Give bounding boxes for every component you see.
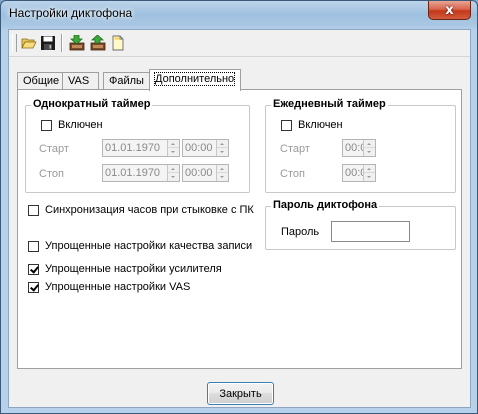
once-timer-enabled-checkbox[interactable]: Включен (41, 119, 103, 131)
window-close-button[interactable]: x (428, 1, 471, 20)
daily-timer-title: Ежедневный таймер (271, 98, 388, 110)
title-bar[interactable]: Настройки диктофона x (1, 1, 477, 29)
password-title: Пароль диктофона (271, 199, 380, 211)
simple-amp-checkbox[interactable]: Упрощенные настройки усилителя (28, 263, 222, 275)
once-start-date-spinner[interactable] (167, 140, 179, 156)
tab-panel-advanced: Однократный таймер Включен Старт 01.01.1… (17, 89, 462, 369)
toolbar-grip[interactable] (12, 34, 17, 52)
once-start-time-value: 00:00 (185, 142, 213, 154)
password-label: Пароль (281, 226, 320, 238)
once-timer-group: Однократный таймер Включен Старт 01.01.1… (25, 98, 250, 193)
close-icon: x (445, 2, 454, 18)
daily-start-label: Старт (280, 143, 310, 155)
simple-amp-label: Упрощенные настройки усилителя (45, 263, 222, 275)
download-to-device-icon (69, 35, 85, 51)
once-timer-enabled-label: Включен (58, 119, 103, 131)
download-button[interactable] (66, 33, 86, 53)
once-stop-date-field[interactable]: 01.01.1970 (102, 164, 180, 182)
simple-quality-checkbox[interactable]: Упрощенные настройки качества записи (28, 240, 252, 252)
password-group: Пароль диктофона Пароль (265, 199, 456, 250)
tab-files-label: Файлы (109, 75, 144, 87)
tab-files[interactable]: Файлы (103, 72, 150, 90)
daily-stop-time-field[interactable]: 00:00 (342, 164, 376, 182)
upload-button[interactable] (87, 33, 107, 53)
daily-timer-enabled-label: Включен (298, 119, 343, 131)
daily-timer-enabled-box[interactable] (281, 119, 292, 131)
settings-window: Настройки диктофона x Общие VAS Файлы До… (0, 0, 478, 414)
once-timer-title: Однократный таймер (31, 98, 153, 110)
close-dialog-button[interactable]: Закрыть (207, 382, 274, 405)
once-stop-date-spinner[interactable] (167, 165, 179, 181)
tab-strip: Общие VAS Файлы Дополнительно (17, 69, 463, 91)
window-title: Настройки диктофона (9, 6, 133, 20)
simple-vas-checkbox[interactable]: Упрощенные настройки VAS (28, 281, 190, 293)
tab-advanced-label: Дополнительно (153, 72, 236, 86)
once-start-time-field[interactable]: 00:00 (182, 139, 229, 157)
sync-clock-checkbox[interactable]: Синхронизация часов при стыковке с ПК (28, 204, 254, 216)
close-dialog-label: Закрыть (219, 387, 262, 400)
simple-quality-box[interactable] (28, 240, 39, 252)
new-button[interactable] (108, 33, 128, 53)
daily-timer-enabled-checkbox[interactable]: Включен (281, 119, 343, 131)
toolbar-separator (61, 34, 63, 52)
once-stop-time-value: 00:00 (185, 167, 213, 179)
tab-general[interactable]: Общие (17, 72, 63, 90)
daily-stop-label: Стоп (280, 168, 305, 180)
daily-stop-time-spinner[interactable] (363, 165, 375, 181)
once-timer-enabled-box[interactable] (41, 119, 52, 131)
once-stop-time-spinner[interactable] (216, 165, 228, 181)
sync-clock-box[interactable] (28, 204, 39, 216)
once-stop-time-field[interactable]: 00:00 (182, 164, 229, 182)
once-start-date-value: 01.01.1970 (105, 142, 161, 154)
once-stop-label: Стоп (39, 168, 64, 180)
sync-clock-label: Синхронизация часов при стыковке с ПК (45, 204, 254, 216)
toolbar (9, 30, 470, 57)
tab-vas-label: VAS (68, 75, 90, 87)
new-document-icon (112, 35, 124, 51)
daily-start-time-spinner[interactable] (363, 140, 375, 156)
once-start-label: Старт (39, 143, 69, 155)
open-folder-icon (21, 38, 37, 49)
upload-from-device-icon (90, 35, 106, 51)
once-stop-date-value: 01.01.1970 (105, 167, 161, 179)
open-button[interactable] (19, 33, 39, 53)
once-start-time-spinner[interactable] (216, 140, 228, 156)
once-start-date-field[interactable]: 01.01.1970 (102, 139, 180, 157)
save-button[interactable] (38, 33, 58, 53)
simple-vas-label: Упрощенные настройки VAS (45, 281, 191, 293)
password-input[interactable] (331, 221, 410, 242)
simple-amp-box[interactable] (28, 263, 39, 275)
tab-general-label: Общие (23, 75, 60, 87)
simple-quality-label: Упрощенные настройки качества записи (45, 240, 253, 252)
save-disk-icon (41, 36, 55, 50)
simple-vas-box[interactable] (28, 281, 39, 293)
daily-timer-group: Ежедневный таймер Включен Старт 00:00 Ст… (265, 98, 456, 193)
tab-advanced[interactable]: Дополнительно (149, 69, 241, 91)
tab-vas[interactable]: VAS (62, 72, 99, 90)
daily-start-time-field[interactable]: 00:00 (342, 139, 376, 157)
